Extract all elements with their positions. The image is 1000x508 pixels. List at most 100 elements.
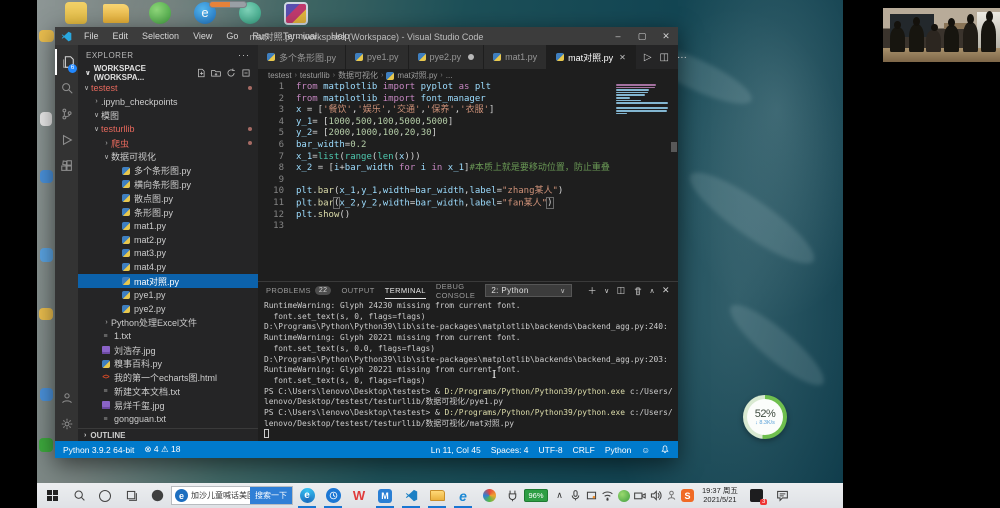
tree-item[interactable]: pye2.py <box>78 302 258 316</box>
webcam-feed[interactable] <box>883 8 1000 62</box>
code-editor[interactable]: 1from matplotlib import pyplot as plt2fr… <box>258 82 678 281</box>
new-folder-icon[interactable] <box>211 68 221 78</box>
account-icon[interactable] <box>55 385 78 411</box>
search-go-button[interactable]: 搜索一下 <box>250 487 292 504</box>
camera-tray-icon[interactable] <box>632 483 647 508</box>
workspace-section-header[interactable]: ∨ WORKSPACE (WORKSPA... <box>78 65 258 81</box>
taskbar-clock[interactable]: 19:37 周五 2021/5/21 <box>697 487 743 504</box>
code-line[interactable]: 11plt.bar(x_2,y_2,width=bar_width,label=… <box>258 198 678 210</box>
desktop-icon-360-browser[interactable] <box>149 2 171 24</box>
tree-item[interactable]: 糗事百科.py <box>78 357 258 371</box>
code-line[interactable]: 10plt.bar(x_1,y_1,width=bar_width,label=… <box>258 186 678 198</box>
breadcrumb-item[interactable]: ... <box>446 71 453 80</box>
problems-summary[interactable]: ⊗ 4 ⚠ 18 <box>144 444 180 455</box>
kill-terminal-icon[interactable] <box>633 286 643 296</box>
tree-item[interactable]: 刘浩存.jpg <box>78 343 258 357</box>
code-line[interactable]: 1from matplotlib import pyplot as plt <box>258 82 678 94</box>
code-line[interactable]: 13 <box>258 221 678 233</box>
vscode-taskbar-icon[interactable] <box>399 483 423 508</box>
desktop-icon-folder[interactable] <box>103 4 129 23</box>
feedback-smiley-icon[interactable]: ☺ <box>641 445 650 455</box>
code-line[interactable]: 7x_1=list(range(len(x))) <box>258 152 678 164</box>
menu-item[interactable]: View <box>186 31 219 41</box>
tree-item[interactable]: 易烊千玺.jpg <box>78 398 258 412</box>
desktop-icon-app-partial[interactable] <box>40 170 53 183</box>
network-speed-ball[interactable]: 52% ↓ 8.3K/s <box>743 395 787 439</box>
menu-item[interactable]: Selection <box>135 31 186 41</box>
code-line[interactable]: 12plt.show() <box>258 210 678 222</box>
breadcrumb-item[interactable]: testest <box>268 71 292 80</box>
collapse-all-icon[interactable] <box>241 68 251 78</box>
tree-item[interactable]: 横向条形图.py <box>78 178 258 192</box>
tree-item[interactable]: ›爬虫 <box>78 136 258 150</box>
breadcrumb-item[interactable]: mat对照.py <box>397 70 437 81</box>
tree-item[interactable]: 多个条形图.py <box>78 164 258 178</box>
new-file-icon[interactable] <box>196 68 206 78</box>
sogou-input-icon[interactable]: S <box>680 483 695 508</box>
settings-gear-icon[interactable] <box>55 411 78 437</box>
maximize-button[interactable]: ▢ <box>630 27 654 45</box>
close-tab-icon[interactable]: ✕ <box>619 53 626 62</box>
tree-item[interactable]: 条形图.py <box>78 205 258 219</box>
m-app-icon[interactable]: M <box>373 483 397 508</box>
desktop-icon-sticky-notes[interactable] <box>65 2 87 24</box>
power-plug-icon[interactable] <box>505 483 520 508</box>
editor-tab[interactable]: 多个条形图.py <box>258 45 346 69</box>
action-center-icon[interactable] <box>771 483 795 508</box>
cortana-icon[interactable] <box>93 483 117 508</box>
volume-icon[interactable] <box>648 483 663 508</box>
source-control-icon[interactable] <box>55 101 78 127</box>
menu-item[interactable]: Help <box>324 31 357 41</box>
editor-tab[interactable]: mat对照.py✕ <box>547 45 636 69</box>
tree-item[interactable]: ≡1.txt <box>78 329 258 343</box>
minimap[interactable] <box>616 84 668 118</box>
chevron-up-icon[interactable]: ∧ <box>650 287 656 295</box>
start-button[interactable] <box>41 483 65 508</box>
menu-item[interactable]: Terminal <box>276 31 324 41</box>
code-line[interactable]: 6bar_width=0.2 <box>258 140 678 152</box>
code-line[interactable]: 3x = ['餐饮','娱乐','交通','保养','衣服'] <box>258 105 678 117</box>
edge-app-icon[interactable]: e <box>295 483 319 508</box>
tree-item[interactable]: ∨testest <box>78 81 258 95</box>
desktop-icon-app-partial[interactable] <box>39 438 53 452</box>
breadcrumb-item[interactable]: testurllib <box>300 71 330 80</box>
menu-item[interactable]: File <box>77 31 106 41</box>
split-terminal-icon[interactable]: ◫ <box>617 285 626 296</box>
status-item[interactable]: Spaces: 4 <box>491 445 529 455</box>
refresh-icon[interactable] <box>226 68 236 78</box>
close-panel-icon[interactable]: ✕ <box>662 285 670 296</box>
code-line[interactable]: 5y_2= [2000,1000,100,20,30] <box>258 128 678 140</box>
panel-tab[interactable]: TERMINAL <box>385 282 426 299</box>
tree-item[interactable]: ∨testurllib <box>78 122 258 136</box>
tree-item[interactable]: mat4.py <box>78 260 258 274</box>
snip-tool-icon[interactable] <box>584 483 599 508</box>
code-line[interactable]: 9 <box>258 175 678 187</box>
desktop-icon-paint-app[interactable] <box>284 2 308 25</box>
code-line[interactable]: 8x_2 = [i+bar_width for i in x_1]#本质上就是要… <box>258 163 678 175</box>
tree-item[interactable]: 散点图.py <box>78 191 258 205</box>
tree-item[interactable]: ›Python处理Excel文件 <box>78 316 258 330</box>
run-debug-icon[interactable] <box>55 127 78 153</box>
menu-item[interactable]: Edit <box>106 31 136 41</box>
pinwheel-app-icon[interactable] <box>145 483 169 508</box>
editor-more-icon[interactable]: ··· <box>677 52 687 63</box>
file-explorer-icon[interactable] <box>425 483 449 508</box>
ie-icon[interactable]: e <box>451 483 475 508</box>
search-hotword[interactable]: 加沙儿童喊话美国 <box>188 490 250 501</box>
panel-tab[interactable]: OUTPUT <box>341 282 374 299</box>
taskbar-search-box[interactable]: e 加沙儿童喊话美国 搜索一下 <box>171 486 293 505</box>
breadcrumb-item[interactable]: 数据可视化 <box>338 70 378 81</box>
explorer-more-icon[interactable]: ··· <box>238 50 250 60</box>
python-interpreter[interactable]: Python 3.9.2 64-bit <box>63 445 134 455</box>
tree-item[interactable]: mat3.py <box>78 247 258 261</box>
editor-tab[interactable]: mat1.py <box>484 45 547 69</box>
360-safe-icon[interactable] <box>616 483 631 508</box>
status-item[interactable]: CRLF <box>573 445 595 455</box>
chevron-down-icon[interactable]: ∨ <box>604 287 610 295</box>
desktop-icon-folder-partial[interactable] <box>39 308 53 320</box>
search-icon[interactable] <box>55 75 78 101</box>
editor-tab[interactable]: pye1.py <box>346 45 409 69</box>
tree-item[interactable]: ≡新建文本文档.txt <box>78 385 258 399</box>
tree-item[interactable]: ∨数据可视化 <box>78 150 258 164</box>
split-editor-icon[interactable]: ◫ <box>660 52 669 63</box>
